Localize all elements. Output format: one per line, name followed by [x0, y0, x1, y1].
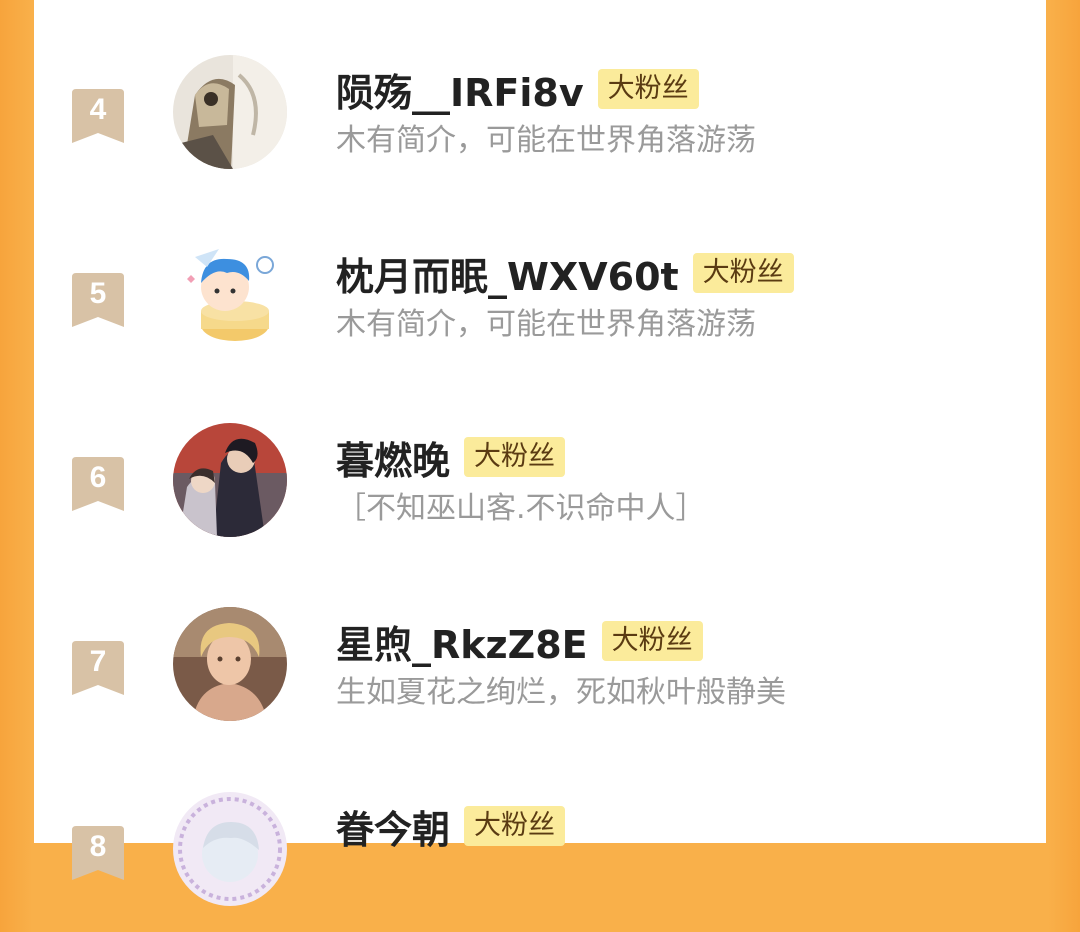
- rank-ribbon: 7: [72, 641, 124, 697]
- fan-name[interactable]: 暮燃晚: [336, 430, 450, 485]
- big-fan-badge: 大粉丝: [464, 806, 566, 846]
- name-line: 枕月而眠_WXV60t 大粉丝: [336, 249, 794, 299]
- avatar[interactable]: [173, 55, 287, 169]
- fan-name[interactable]: 眷今朝: [336, 799, 450, 854]
- rank-number: 6: [89, 461, 107, 494]
- name-line: 星煦_RkzZ8E 大粉丝: [336, 617, 703, 667]
- big-fan-badge: 大粉丝: [601, 621, 703, 661]
- fan-name[interactable]: 枕月而眠_WXV60t: [336, 246, 679, 301]
- fan-name[interactable]: 陨殇__IRFi8v: [336, 62, 584, 117]
- fan-bio: 木有简介，可能在世界角落游荡: [336, 123, 756, 158]
- rank-ribbon: 8: [72, 826, 124, 882]
- rank-number: 4: [89, 93, 107, 126]
- fan-list-item[interactable]: 4 陨殇__IRFi8v 大粉丝 木有简介，可能在世界角落游荡: [34, 55, 1046, 195]
- fan-name[interactable]: 星煦_RkzZ8E: [336, 614, 588, 669]
- rank-number: 5: [89, 277, 107, 310]
- fan-bio: 木有简介，可能在世界角落游荡: [336, 307, 756, 342]
- fan-list-item[interactable]: 7 星煦_RkzZ8E 大粉丝 生如夏花之绚烂，死如秋叶般静美: [34, 607, 1046, 747]
- avatar[interactable]: [173, 239, 287, 353]
- fan-list-item[interactable]: 6 暮燃晚 大粉丝 ［不知巫山客.不识命中人］: [34, 423, 1046, 563]
- avatar[interactable]: [173, 792, 287, 906]
- fan-list-item[interactable]: 8 眷今朝 大粉丝: [34, 792, 1046, 932]
- big-fan-badge: 大粉丝: [464, 437, 566, 477]
- big-fan-badge: 大粉丝: [597, 69, 699, 109]
- name-line: 陨殇__IRFi8v 大粉丝: [336, 65, 699, 115]
- fan-ranking-card: 4 陨殇__IRFi8v 大粉丝 木有简介，可能在世界角落游荡 5 枕月而眠_W…: [34, 0, 1046, 906]
- avatar[interactable]: [173, 423, 287, 537]
- rank-ribbon: 5: [72, 273, 124, 329]
- name-line: 暮燃晚 大粉丝: [336, 433, 566, 483]
- rank-number: 7: [89, 645, 107, 678]
- avatar[interactable]: [173, 607, 287, 721]
- fan-list-item[interactable]: 5 枕月而眠_WXV60t 大粉丝 木有简介，可能在世界角落游荡: [34, 239, 1046, 379]
- rank-ribbon: 4: [72, 89, 124, 145]
- big-fan-badge: 大粉丝: [692, 253, 794, 293]
- fan-bio: ［不知巫山客.不识命中人］: [336, 491, 706, 526]
- rank-number: 8: [89, 830, 107, 863]
- rank-ribbon: 6: [72, 457, 124, 513]
- fan-bio: 生如夏花之绚烂，死如秋叶般静美: [336, 675, 786, 710]
